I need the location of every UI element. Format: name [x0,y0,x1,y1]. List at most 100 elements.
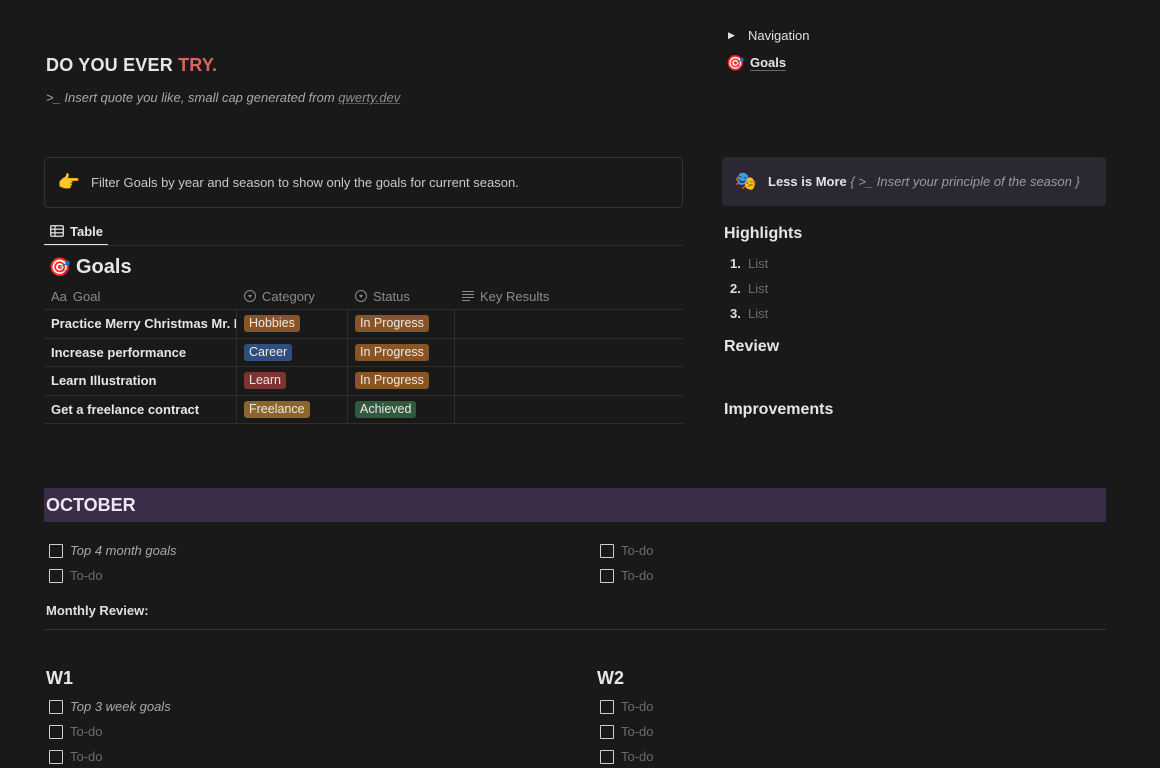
tab-table-label: Table [70,223,103,239]
month-heading: OCTOBER [44,488,1106,522]
improvements-heading: Improvements [724,401,834,418]
todo-text[interactable]: To-do [621,724,654,739]
todo-text[interactable]: Top 4 month goals [70,543,176,558]
highlight-list-item[interactable]: 3. List [730,301,768,326]
status-tag: In Progress [355,343,429,361]
goals-page-link[interactable]: 🎯 Goals [726,54,787,72]
highlight-list-item[interactable]: 1. List [730,251,768,276]
page-title-main: DO YOU EVER [46,55,179,75]
goal-title: Practice Merry Christmas Mr. Lawrence [51,316,236,332]
cell-category[interactable]: Career [237,338,348,366]
week-todos: Top 3 week goals To-do To-do [49,694,171,768]
todo-item: To-do [49,744,171,768]
table-row[interactable]: Increase performance Career In Progress [44,338,683,367]
cell-key-results[interactable] [455,339,683,367]
column-header-category[interactable]: Category [237,289,348,304]
cell-key-results[interactable] [455,310,683,338]
goal-title: Get a freelance contract [51,401,200,417]
navigation-toggle[interactable]: ▶ Navigation [728,28,809,43]
checkbox[interactable] [600,699,614,714]
list-item-text[interactable]: List [748,281,768,296]
list-item-text[interactable]: List [748,306,768,321]
quote-text: >_ Insert quote you like, small cap gene… [46,90,339,105]
navigation-toggle-label: Navigation [748,28,810,43]
todo-text[interactable]: Top 3 week goals [70,699,171,714]
page-title-accent: TRY. [178,55,218,75]
column-header-status[interactable]: Status [348,289,455,304]
category-tag: Freelance [244,400,310,418]
category-tag: Learn [244,372,286,390]
filter-callout: 👉 Filter Goals by year and season to sho… [44,157,683,208]
month-todos-right: To-do To-do [600,538,654,588]
checkbox[interactable] [49,699,63,714]
column-header-key-results[interactable]: Key Results [455,289,683,304]
checkbox[interactable] [49,568,63,583]
cell-goal[interactable]: Get a freelance contract [44,395,237,423]
todo-item: To-do [600,694,654,719]
goals-table: Aa Goal Category Status Key Results Prac… [44,283,683,424]
todo-item: To-do [600,719,654,744]
todo-text[interactable]: To-do [621,568,654,583]
checkbox[interactable] [49,749,63,764]
table-header: Aa Goal Category Status Key Results [44,283,683,310]
table-row[interactable]: Get a freelance contract Freelance Achie… [44,395,683,424]
column-header-goal[interactable]: Aa Goal [44,289,237,304]
list-item-text[interactable]: List [748,256,768,271]
goal-title: Increase performance [51,344,187,360]
checkbox[interactable] [600,749,614,764]
checkbox[interactable] [600,543,614,558]
database-title[interactable]: 🎯 Goals [48,256,132,279]
cell-status[interactable]: Achieved [348,395,455,423]
cell-goal[interactable]: Practice Merry Christmas Mr. Lawrence [44,310,237,338]
cell-category[interactable]: Freelance [237,395,348,423]
goals-page-link-label: Goals [750,55,787,71]
monthly-review-label: Monthly Review: [46,603,149,618]
todo-text[interactable]: To-do [621,543,654,558]
checkbox[interactable] [600,568,614,583]
principle-callout: 🎭 Less is More { >_ Insert your principl… [722,157,1106,206]
list-number: 1. [730,256,741,271]
cell-goal[interactable]: Learn Illustration [44,367,237,395]
month-name: OCTOBER [46,494,136,515]
cell-key-results[interactable] [455,367,683,395]
todo-text[interactable]: To-do [70,568,103,583]
text-lines-icon [462,291,474,301]
todo-item: To-do [49,563,176,588]
checkbox[interactable] [49,543,63,558]
review-heading: Review [724,338,780,355]
todo-text[interactable]: To-do [70,724,103,739]
cell-status[interactable]: In Progress [348,310,455,338]
todo-item: Top 3 week goals [49,694,171,719]
category-tag: Career [244,343,293,361]
highlights-list: 1. List 2. List 3. List [730,251,768,326]
cell-category[interactable]: Hobbies [237,310,348,338]
cell-status[interactable]: In Progress [348,338,455,366]
cell-key-results[interactable] [455,396,683,424]
highlight-list-item[interactable]: 2. List [730,276,768,301]
list-number: 3. [730,306,741,321]
todo-text[interactable]: To-do [70,749,103,764]
todo-text[interactable]: To-do [621,699,654,714]
table-icon [50,225,64,237]
cell-goal[interactable]: Increase performance [44,338,237,366]
tab-table-view[interactable]: Table [44,218,108,246]
goal-title: Learn Illustration [51,373,157,389]
column-header-label: Key Results [480,288,550,304]
pointing-hand-icon: 👉 [57,172,81,192]
table-row[interactable]: Learn Illustration Learn In Progress [44,367,683,396]
todo-text[interactable]: To-do [621,749,654,764]
cell-category[interactable]: Learn [237,367,348,395]
cell-status[interactable]: In Progress [348,367,455,395]
triangle-right-icon[interactable]: ▶ [728,30,738,41]
checkbox[interactable] [49,724,63,739]
filter-callout-text: Filter Goals by year and season to show … [91,175,519,190]
database-title-text: Goals [76,256,132,278]
target-icon: 🎯 [48,257,72,277]
table-row[interactable]: Practice Merry Christmas Mr. Lawrence Ho… [44,310,683,339]
checkbox[interactable] [600,724,614,739]
theater-masks-icon: 🎭 [734,171,758,191]
select-type-icon [355,290,367,302]
principle-placeholder[interactable]: { >_ Insert your principle of the season… [847,174,1079,189]
quote-link[interactable]: qwerty.dev [338,90,400,105]
status-tag: Achieved [355,400,417,418]
